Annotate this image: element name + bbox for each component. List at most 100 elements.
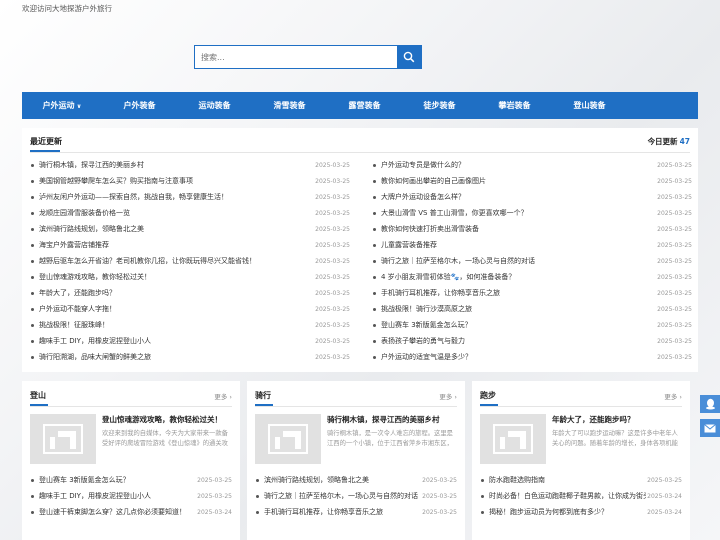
list-item[interactable]: 教你如何画出攀岩的自己画像图片 2025-03-25 bbox=[372, 173, 692, 189]
list-item[interactable]: 儿童露营装备推荐 2025-03-25 bbox=[372, 237, 692, 253]
feature-thumbnail[interactable] bbox=[480, 414, 546, 464]
list-item[interactable]: 登山速干裤束脚怎么穿？这几点你必须要知道！ 2025-03-24 bbox=[30, 504, 232, 520]
list-item[interactable]: 4 岁小朋友滑雪初体验🐾，如何准备装备？ 2025-03-25 bbox=[372, 269, 692, 285]
more-link[interactable]: 更多 › bbox=[439, 391, 457, 401]
article-title[interactable]: 泸州友闲户外运动——探索自然，挑战自我，畅享健康生活！ bbox=[39, 192, 314, 202]
article-title[interactable]: 大景山滑雪 VS 普工山滑雪，你更喜欢哪一个？ bbox=[381, 208, 656, 218]
list-item[interactable]: 滨州骑行路线规划，领略鲁北之美 2025-03-25 bbox=[255, 472, 457, 488]
list-item[interactable]: 骑行阳溯湖，品味大闸蟹的鲜美之旅 2025-03-25 bbox=[30, 349, 350, 365]
list-item[interactable]: 教你如何快速打折卖出滑雪装备 2025-03-25 bbox=[372, 221, 692, 237]
nav-item-hiking-gear[interactable]: 徒步装备 bbox=[402, 92, 477, 119]
article-title[interactable]: 趣味手工 DIY，用橡皮泥捏登山小人 bbox=[39, 336, 314, 346]
nav-item-mountaineering-gear[interactable]: 登山装备 bbox=[552, 92, 627, 119]
list-item[interactable]: 户外运动的适宜气温是多少？ 2025-03-25 bbox=[372, 349, 692, 365]
article-title[interactable]: 户外运动的适宜气温是多少？ bbox=[381, 352, 656, 362]
article-title[interactable]: 海宝户外露营店铺推荐 bbox=[39, 240, 314, 250]
feature-thumbnail[interactable] bbox=[30, 414, 96, 464]
article-title[interactable]: 美国钢管越野攀爬车怎么买？购买指南与注意事项 bbox=[39, 176, 314, 186]
qq-contact-button[interactable] bbox=[700, 395, 720, 413]
article-title[interactable]: 儿童露营装备推荐 bbox=[381, 240, 656, 250]
article-title[interactable]: 4 岁小朋友滑雪初体验🐾，如何准备装备？ bbox=[381, 272, 656, 282]
list-item[interactable]: 龙顺庄园滑雪服装备价格一览 2025-03-25 bbox=[30, 205, 350, 221]
article-title[interactable]: 骑行之旅｜拉萨至格尔木，一场心灵与自然的对话 bbox=[381, 256, 656, 266]
list-item[interactable]: 揭秘！跑步运动员为何都到底有多少？ 2025-03-24 bbox=[480, 504, 682, 520]
article-title[interactable]: 登山惊魂游戏攻略，教你轻松过关！ bbox=[39, 272, 314, 282]
list-item[interactable]: 挑战极限！骑行沙漠高原之旅 2025-03-25 bbox=[372, 301, 692, 317]
nav-item-camping-gear[interactable]: 露营装备 bbox=[327, 92, 402, 119]
list-item[interactable]: 时尚必备！白色运动跑鞋椰子鞋男款，让你成为街头... 2025-03-24 bbox=[480, 488, 682, 504]
list-item[interactable]: 趣味手工 DIY，用橡皮泥捏登山小人 2025-03-25 bbox=[30, 333, 350, 349]
search-button[interactable] bbox=[397, 46, 421, 68]
nav-item-ski-gear[interactable]: 滑雪装备 bbox=[252, 92, 327, 119]
list-item[interactable]: 登山惊魂游戏攻略，教你轻松过关！ 2025-03-25 bbox=[30, 269, 350, 285]
article-title[interactable]: 户外运动不能穿人字拖！ bbox=[39, 304, 314, 314]
list-item[interactable]: 登山赛车 3新版氪金怎么玩？ 2025-03-25 bbox=[30, 472, 232, 488]
list-item[interactable]: 骑行之旅｜拉萨至格尔木，一场心灵与自然的对话 2025-03-25 bbox=[372, 253, 692, 269]
search-box bbox=[194, 45, 422, 69]
list-item[interactable]: 年龄大了，还能跑步吗？ 2025-03-25 bbox=[30, 285, 350, 301]
list-item[interactable]: 越野后驱车怎么开省油？老司机教你几招，让你既玩得尽兴又能省钱！ 2025-03-2… bbox=[30, 253, 350, 269]
more-link[interactable]: 更多 › bbox=[664, 391, 682, 401]
bullet-dot bbox=[373, 323, 376, 327]
article-title[interactable]: 手机骑行耳机推荐，让你畅享音乐之旅 bbox=[264, 507, 421, 517]
article-title[interactable]: 龙顺庄园滑雪服装备价格一览 bbox=[39, 208, 314, 218]
article-title[interactable]: 防水跑鞋选购指南 bbox=[489, 475, 646, 485]
article-title[interactable]: 登山赛车 3新版氪金怎么玩？ bbox=[381, 320, 656, 330]
more-link[interactable]: 更多 › bbox=[214, 391, 232, 401]
list-item[interactable]: 大牌户外运动设备怎么样？ 2025-03-25 bbox=[372, 189, 692, 205]
bullet-dot bbox=[256, 510, 259, 514]
search-input[interactable] bbox=[195, 46, 397, 68]
article-title[interactable]: 趣味手工 DIY，用橡皮泥捏登山小人 bbox=[39, 491, 196, 501]
article-title[interactable]: 滨州骑行路线规划，领略鲁北之美 bbox=[39, 224, 314, 234]
nav-item-sports-gear[interactable]: 运动装备 bbox=[177, 92, 252, 119]
list-item[interactable]: 手机骑行耳机推荐，让你畅享音乐之旅 2025-03-25 bbox=[255, 504, 457, 520]
article-title[interactable]: 年龄大了，还能跑步吗？ bbox=[39, 288, 314, 298]
list-item[interactable]: 手机骑行耳机推荐，让你畅享音乐之旅 2025-03-25 bbox=[372, 285, 692, 301]
list-item[interactable]: 趣味手工 DIY，用橡皮泥捏登山小人 2025-03-25 bbox=[30, 488, 232, 504]
list-item[interactable]: 登山赛车 3新版氪金怎么玩？ 2025-03-25 bbox=[372, 317, 692, 333]
article-title[interactable]: 揭秘！跑步运动员为何都到底有多少？ bbox=[489, 507, 646, 517]
list-item[interactable]: 泸州友闲户外运动——探索自然，挑战自我，畅享健康生活！ 2025-03-25 bbox=[30, 189, 350, 205]
article-title[interactable]: 越野后驱车怎么开省油？老司机教你几招，让你既玩得尽兴又能省钱！ bbox=[39, 256, 314, 266]
feature-thumbnail[interactable] bbox=[255, 414, 321, 464]
article-title[interactable]: 挑战极限！骑行沙漠高原之旅 bbox=[381, 304, 656, 314]
feature-title[interactable]: 登山惊魂游戏攻略，教你轻松过关！ bbox=[102, 414, 232, 425]
feature-title[interactable]: 骑行桐木镇，探寻江西的美丽乡村 bbox=[327, 414, 457, 425]
list-item[interactable]: 骑行之旅｜拉萨至格尔木，一场心灵与自然的对话 2025-03-25 bbox=[255, 488, 457, 504]
article-title[interactable]: 教你如何画出攀岩的自己画像图片 bbox=[381, 176, 656, 186]
list-item[interactable]: 大景山滑雪 VS 普工山滑雪，你更喜欢哪一个？ 2025-03-25 bbox=[372, 205, 692, 221]
list-item[interactable]: 美国钢管越野攀爬车怎么买？购买指南与注意事项 2025-03-25 bbox=[30, 173, 350, 189]
nav-item-outdoor-gear[interactable]: 户外装备 bbox=[102, 92, 177, 119]
article-title[interactable]: 大牌户外运动设备怎么样？ bbox=[381, 192, 656, 202]
today-count: 47 bbox=[679, 137, 690, 146]
article-title[interactable]: 骑行桐木镇，探寻江西的美丽乡村 bbox=[39, 160, 314, 170]
list-item[interactable]: 滨州骑行路线规划，领略鲁北之美 2025-03-25 bbox=[30, 221, 350, 237]
list-item[interactable]: 户外运动专员是做什么的？ 2025-03-25 bbox=[372, 157, 692, 173]
nav-item-outdoor[interactable]: 户外运动 ∨ bbox=[22, 92, 102, 119]
feature-title[interactable]: 年龄大了，还能跑步吗？ bbox=[552, 414, 682, 425]
article-title[interactable]: 挑战极限！征服珠峰！ bbox=[39, 320, 314, 330]
category-title: 登山 bbox=[30, 391, 46, 400]
article-title[interactable]: 登山速干裤束脚怎么穿？这几点你必须要知道！ bbox=[39, 507, 196, 517]
mail-contact-button[interactable] bbox=[700, 419, 720, 437]
article-date: 2025-03-25 bbox=[315, 353, 350, 361]
list-item[interactable]: 户外运动不能穿人字拖！ 2025-03-25 bbox=[30, 301, 350, 317]
article-title[interactable]: 骑行之旅｜拉萨至格尔木，一场心灵与自然的对话 bbox=[264, 491, 421, 501]
article-title[interactable]: 登山赛车 3新版氪金怎么玩？ bbox=[39, 475, 196, 485]
article-title[interactable]: 户外运动专员是做什么的？ bbox=[381, 160, 656, 170]
list-item[interactable]: 海宝户外露营店铺推荐 2025-03-25 bbox=[30, 237, 350, 253]
list-item[interactable]: 挑战极限！征服珠峰！ 2025-03-25 bbox=[30, 317, 350, 333]
list-item[interactable]: 防水跑鞋选购指南 2025-03-25 bbox=[480, 472, 682, 488]
article-title[interactable]: 手机骑行耳机推荐，让你畅享音乐之旅 bbox=[381, 288, 656, 298]
article-title[interactable]: 骑行阳溯湖，品味大闸蟹的鲜美之旅 bbox=[39, 352, 314, 362]
category-panel-running: 跑步 更多 › 年龄大了，还能跑步吗？ 年龄大了可以跑步运动嘛？这是许多中老年人… bbox=[472, 381, 690, 540]
article-title[interactable]: 教你如何快速打折卖出滑雪装备 bbox=[381, 224, 656, 234]
article-title[interactable]: 滨州骑行路线规划，领略鲁北之美 bbox=[264, 475, 421, 485]
nav-item-climbing-gear[interactable]: 攀岩装备 bbox=[477, 92, 552, 119]
article-title[interactable]: 表扬孩子攀岩的勇气与毅力 bbox=[381, 336, 656, 346]
article-date: 2025-03-25 bbox=[422, 508, 457, 516]
list-item[interactable]: 表扬孩子攀岩的勇气与毅力 2025-03-25 bbox=[372, 333, 692, 349]
article-date: 2025-03-25 bbox=[657, 289, 692, 297]
article-title[interactable]: 时尚必备！白色运动跑鞋椰子鞋男款，让你成为街头... bbox=[489, 491, 646, 501]
list-item[interactable]: 骑行桐木镇，探寻江西的美丽乡村 2025-03-25 bbox=[30, 157, 350, 173]
